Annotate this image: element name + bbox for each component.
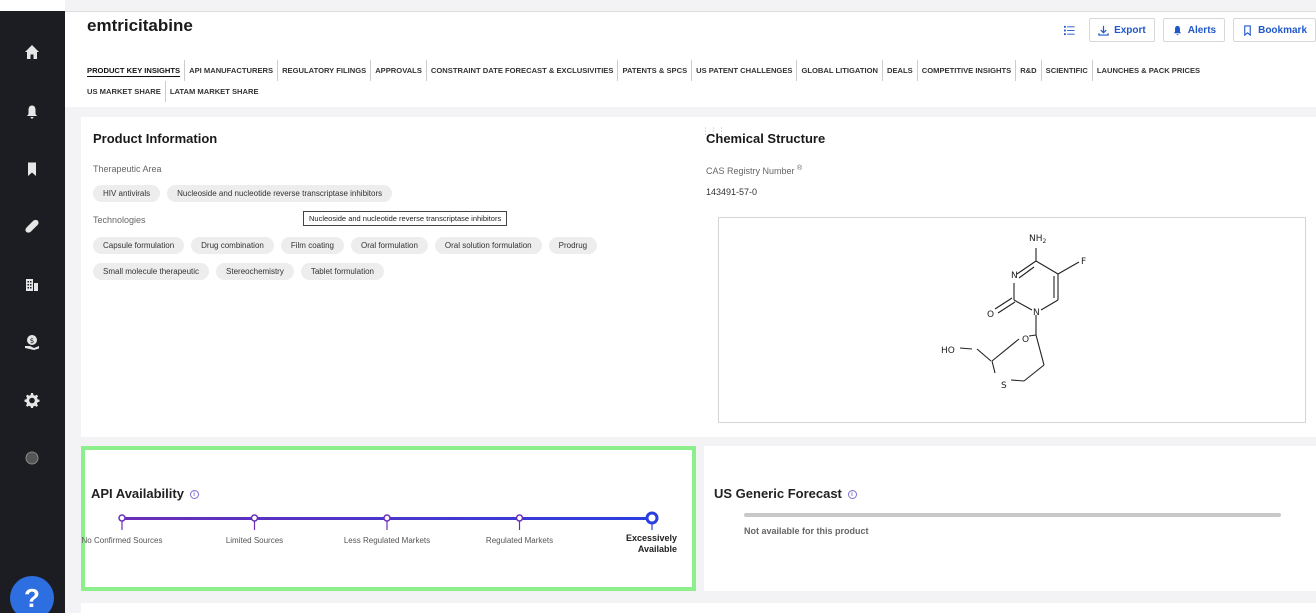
money-hand-icon[interactable]: $	[20, 330, 44, 354]
tab-us-patent-challenges[interactable]: US PATENT CHALLENGES	[691, 60, 796, 81]
registered-mark: ®	[797, 165, 803, 172]
download-icon	[1098, 25, 1109, 36]
export-label: Export	[1114, 24, 1146, 36]
chip-technology[interactable]: Oral formulation	[350, 237, 428, 254]
chemical-structure-image: NH2 F N N O O HO S	[718, 217, 1306, 423]
scale-point-selected[interactable]	[645, 511, 659, 525]
building-icon[interactable]	[20, 272, 44, 296]
atom-oxygen-ring: O	[1022, 335, 1029, 345]
scale-point[interactable]	[515, 514, 524, 522]
svg-text:$: $	[30, 337, 34, 345]
tab-regulatory-filings[interactable]: REGULATORY FILINGS	[277, 60, 370, 81]
scale-label: Excessively Available	[625, 533, 677, 554]
molecule-drawing: NH2 F N N O O HO S	[941, 234, 1086, 391]
product-info-title: Product Information	[93, 131, 218, 146]
help-button[interactable]: ?	[10, 576, 54, 613]
bookmark-icon	[1244, 24, 1251, 36]
molecule-atoms: NH2 F N N O O HO S	[941, 234, 1086, 391]
bell-icon	[1173, 25, 1181, 35]
gear-icon[interactable]	[20, 388, 44, 412]
tab-rd[interactable]: R&D	[1015, 60, 1040, 81]
tab-approvals[interactable]: APPROVALS	[370, 60, 426, 81]
bookmark-icon[interactable]	[20, 157, 44, 181]
tab-patents-spcs[interactable]: PATENTS & SPCS	[617, 60, 691, 81]
chip-technology[interactable]: Stereochemistry	[216, 263, 294, 280]
list-icon	[1063, 25, 1075, 35]
us-generic-forecast-card: US Generic Forecast i Not available for …	[704, 446, 1316, 591]
bell-icon[interactable]	[20, 100, 44, 124]
api-availability-scale	[118, 511, 659, 530]
us-generic-forecast-title: US Generic Forecast i	[714, 486, 857, 501]
tab-competitive-insights[interactable]: COMPETITIVE INSIGHTS	[916, 60, 1015, 81]
sidebar: $ ?	[0, 0, 65, 613]
tab-deals[interactable]: DEALS	[881, 60, 917, 81]
scale-point[interactable]	[250, 514, 259, 522]
tab-scientific[interactable]: SCIENTIFIC	[1040, 60, 1092, 81]
tooltip: Nucleoside and nucleotide reverse transc…	[303, 211, 508, 226]
chip-technology[interactable]: Oral solution formulation	[434, 237, 542, 254]
tab-launches-pack-prices[interactable]: LAUNCHES & PACK PRICES	[1091, 60, 1204, 81]
tab-constraint-date[interactable]: CONSTRAINT DATE FORECAST & EXCLUSIVITIES	[425, 60, 618, 81]
atom-nitrogen-3: N	[1033, 308, 1040, 318]
page-title: emtricitabine	[87, 16, 193, 35]
technology-chips: Capsule formulation Drug combination Film …	[93, 235, 683, 287]
bookmark-button[interactable]: Bookmark	[1233, 18, 1316, 42]
cas-label-text: CAS Registry Number	[706, 166, 795, 176]
forecast-bar	[744, 513, 1281, 517]
cas-label: CAS Registry Number ®	[706, 165, 802, 176]
molecule-bonds	[959, 248, 1080, 382]
tab-product-key-insights[interactable]: PRODUCT KEY INSIGHTS	[87, 60, 184, 81]
therapeutic-chips: HIV antivirals Nucleoside and nucleotide …	[93, 183, 683, 209]
atom-fluorine: F	[1081, 257, 1086, 267]
product-info-card: Product Information Therapeutic Area HIV…	[81, 117, 1316, 437]
cas-value: 143491-57-0	[706, 187, 758, 197]
chemical-structure-title: Chemical Structure	[706, 131, 826, 146]
list-view-button[interactable]	[1057, 18, 1082, 42]
chip-technology[interactable]: Drug combination	[191, 237, 274, 254]
chip-technology[interactable]: Capsule formulation	[93, 237, 185, 254]
export-button[interactable]: Export	[1089, 18, 1155, 42]
home-icon[interactable]	[20, 40, 44, 64]
tab-us-market-share[interactable]: US MARKET SHARE	[87, 81, 165, 102]
alerts-label: Alerts	[1187, 24, 1217, 36]
us-generic-forecast-title-text: US Generic Forecast	[714, 486, 842, 501]
scale-label: Limited Sources	[225, 536, 284, 545]
atom-nitrogen-1: N	[1011, 271, 1018, 281]
chip-technology[interactable]: Tablet formulation	[300, 263, 384, 280]
help-label: ?	[24, 582, 40, 613]
bookmark-label: Bookmark	[1258, 24, 1307, 36]
chip-technology[interactable]: Small molecule therapeutic	[93, 263, 210, 280]
chip-technology[interactable]: Film coating	[280, 237, 344, 254]
tab-global-litigation[interactable]: GLOBAL LITIGATION	[796, 60, 882, 81]
pill-icon[interactable]	[20, 214, 44, 238]
scale-label: Less Regulated Markets	[343, 536, 431, 545]
tab-bar: PRODUCT KEY INSIGHTS API MANUFACTURERS REG…	[87, 60, 1307, 102]
tab-latam-market-share[interactable]: LATAM MARKET SHARE	[164, 81, 263, 102]
atom-oxygen-keto: O	[987, 310, 994, 320]
atom-nh2: NH2	[1029, 234, 1047, 245]
header-actions: Export Alerts Bookmark	[1057, 18, 1316, 42]
alerts-button[interactable]: Alerts	[1162, 18, 1226, 42]
atom-hydroxyl: HO	[941, 346, 955, 356]
therapeutic-area-label: Therapeutic Area	[93, 164, 162, 174]
next-card	[81, 603, 1316, 613]
info-icon[interactable]: i	[847, 490, 857, 499]
api-availability-card: API Availability i No Confirmed Sources L…	[81, 446, 696, 591]
chip-technology[interactable]: Prodrug	[548, 237, 598, 254]
sidebar-top-strip	[0, 0, 65, 11]
scale-label: No Confirmed Sources	[81, 536, 163, 545]
technologies-label: Technologies	[93, 215, 146, 225]
chip-therapeutic[interactable]: HIV antivirals	[93, 185, 161, 202]
atom-sulfur: S	[1001, 381, 1007, 391]
scale-label: Regulated Markets	[485, 536, 554, 545]
tab-api-manufacturers[interactable]: API MANUFACTURERS	[184, 60, 277, 81]
scale-point[interactable]	[118, 514, 126, 522]
scale-point[interactable]	[383, 514, 391, 522]
forecast-note: Not available for this product	[744, 526, 869, 536]
chip-therapeutic[interactable]: Nucleoside and nucleotide reverse transc…	[167, 185, 393, 202]
globe-icon[interactable]	[20, 446, 44, 470]
page-header: emtricitabine Export Alerts Bookmark PRO…	[65, 11, 1316, 107]
